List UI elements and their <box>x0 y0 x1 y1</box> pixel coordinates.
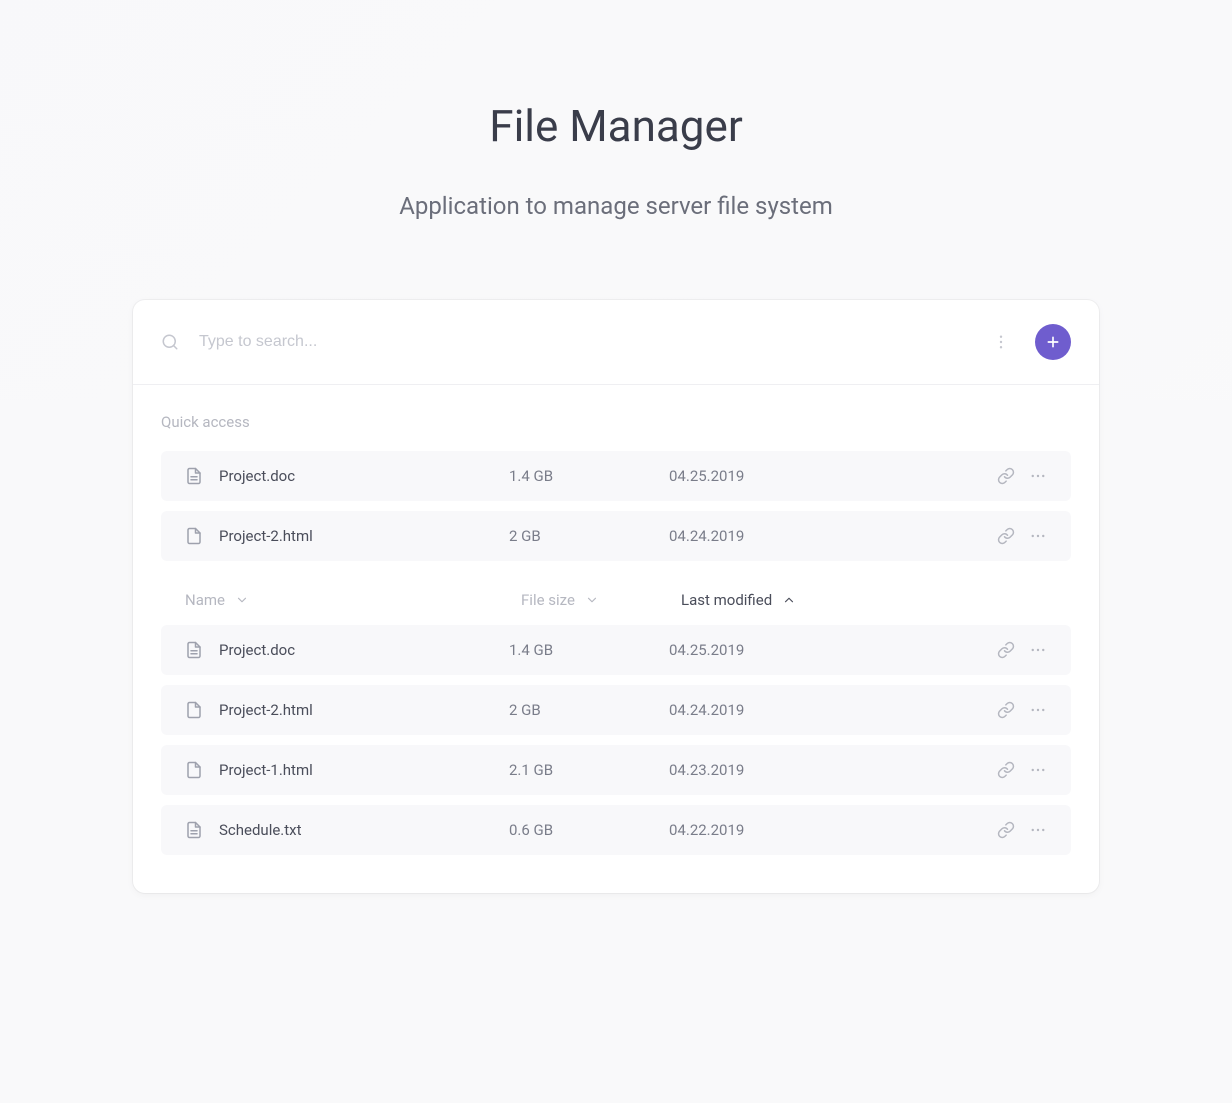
file-date: 04.25.2019 <box>669 641 997 659</box>
column-header-name[interactable]: Name <box>185 591 521 609</box>
file-manager-panel: Quick access Project.doc 1.4 GB 04.25.20… <box>133 300 1099 893</box>
file-date: 04.24.2019 <box>669 527 997 545</box>
link-icon[interactable] <box>997 527 1015 545</box>
file-date: 04.23.2019 <box>669 761 997 779</box>
file-text-icon <box>185 467 203 485</box>
link-icon[interactable] <box>997 821 1015 839</box>
column-headers: Name File size Last modified <box>161 571 1071 625</box>
column-label: Name <box>185 591 225 609</box>
file-row[interactable]: Project-2.html 2 GB 04.24.2019 <box>161 685 1071 735</box>
file-name: Project-1.html <box>219 761 509 779</box>
more-horizontal-icon[interactable] <box>1029 701 1047 719</box>
file-row[interactable]: Schedule.txt 0.6 GB 04.22.2019 <box>161 805 1071 855</box>
more-horizontal-icon[interactable] <box>1029 761 1047 779</box>
page-subtitle: Application to manage server file system <box>399 192 833 220</box>
file-name: Project.doc <box>219 641 509 659</box>
file-date: 04.25.2019 <box>669 467 997 485</box>
more-vertical-icon[interactable] <box>991 332 1011 352</box>
file-name: Schedule.txt <box>219 821 509 839</box>
file-icon <box>185 761 203 779</box>
file-size: 1.4 GB <box>509 641 669 659</box>
link-icon[interactable] <box>997 467 1015 485</box>
more-horizontal-icon[interactable] <box>1029 821 1047 839</box>
link-icon[interactable] <box>997 701 1015 719</box>
toolbar <box>133 300 1099 385</box>
search-input[interactable] <box>199 333 991 351</box>
file-name: Project.doc <box>219 467 509 485</box>
file-row[interactable]: Project-1.html 2.1 GB 04.23.2019 <box>161 745 1071 795</box>
chevron-up-icon <box>782 593 796 607</box>
quick-access-row[interactable]: Project.doc 1.4 GB 04.25.2019 <box>161 451 1071 501</box>
file-name: Project-2.html <box>219 527 509 545</box>
more-horizontal-icon[interactable] <box>1029 467 1047 485</box>
column-header-modified[interactable]: Last modified <box>681 591 1047 609</box>
link-icon[interactable] <box>997 641 1015 659</box>
add-button[interactable] <box>1035 324 1071 360</box>
file-size: 2 GB <box>509 527 669 545</box>
more-horizontal-icon[interactable] <box>1029 527 1047 545</box>
file-size: 0.6 GB <box>509 821 669 839</box>
file-date: 04.24.2019 <box>669 701 997 719</box>
file-text-icon <box>185 821 203 839</box>
quick-access-label: Quick access <box>161 413 1071 431</box>
column-header-size[interactable]: File size <box>521 591 681 609</box>
file-size: 2 GB <box>509 701 669 719</box>
column-label: File size <box>521 591 575 609</box>
file-date: 04.22.2019 <box>669 821 997 839</box>
file-text-icon <box>185 641 203 659</box>
page-title: File Manager <box>489 100 743 152</box>
file-name: Project-2.html <box>219 701 509 719</box>
column-label: Last modified <box>681 591 772 609</box>
file-size: 1.4 GB <box>509 467 669 485</box>
more-horizontal-icon[interactable] <box>1029 641 1047 659</box>
quick-access-row[interactable]: Project-2.html 2 GB 04.24.2019 <box>161 511 1071 561</box>
file-icon <box>185 701 203 719</box>
chevron-down-icon <box>235 593 249 607</box>
file-icon <box>185 527 203 545</box>
file-row[interactable]: Project.doc 1.4 GB 04.25.2019 <box>161 625 1071 675</box>
search-icon <box>161 333 179 351</box>
chevron-down-icon <box>585 593 599 607</box>
link-icon[interactable] <box>997 761 1015 779</box>
file-size: 2.1 GB <box>509 761 669 779</box>
